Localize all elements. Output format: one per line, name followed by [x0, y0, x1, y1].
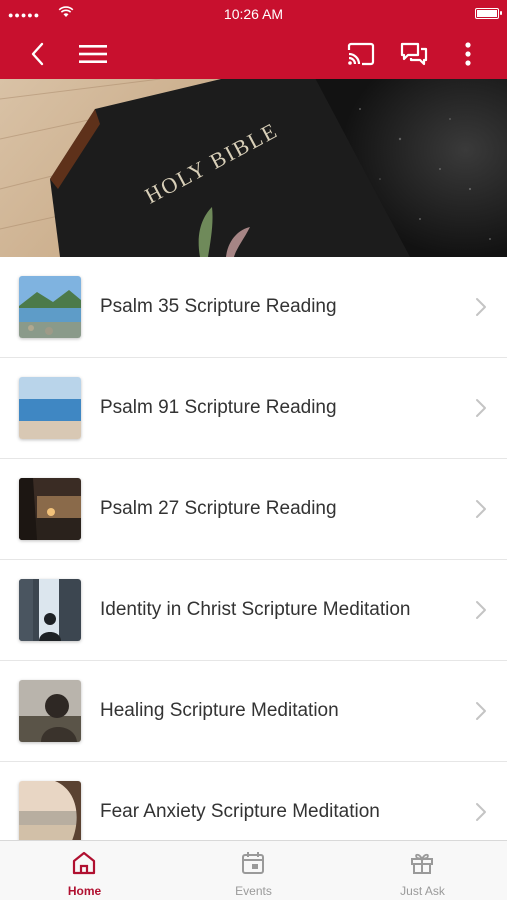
chat-button[interactable]	[396, 36, 432, 72]
hero-image: HOLY BIBLE	[0, 79, 507, 257]
thumbnail-sunset-image	[19, 478, 81, 540]
back-chevron-icon	[31, 42, 44, 66]
gift-icon	[411, 853, 433, 874]
list-item[interactable]: Healing Scripture Meditation	[0, 661, 507, 762]
thumbnail-beach-image	[19, 781, 81, 840]
list-item[interactable]: Identity in Christ Scripture Meditation	[0, 560, 507, 661]
list-item-title: Healing Scripture Meditation	[100, 700, 339, 721]
chevron-right-icon	[476, 803, 486, 821]
calendar-icon	[242, 852, 264, 874]
tab-events[interactable]: Events	[169, 841, 338, 901]
nav-bar	[0, 28, 507, 79]
list-item-title: Fear Anxiety Scripture Meditation	[100, 801, 380, 822]
list-item[interactable]: Psalm 35 Scripture Reading	[0, 257, 507, 358]
cast-icon	[347, 42, 375, 66]
thumbnail-lake-image	[19, 276, 81, 338]
more-vertical-icon	[465, 42, 471, 66]
hamburger-menu-icon	[79, 45, 107, 63]
tab-home[interactable]: Home	[0, 841, 169, 901]
chat-icon	[400, 42, 428, 66]
list-item-title: Psalm 27 Scripture Reading	[100, 498, 337, 519]
status-time: 10:26 AM	[223, 6, 284, 22]
list-item-title: Psalm 91 Scripture Reading	[100, 397, 337, 418]
cast-button[interactable]	[343, 36, 379, 72]
content-list: Psalm 35 Scripture Reading Psalm 91 Scri…	[0, 257, 507, 840]
status-bar: ●●●●● 10:26 AM	[0, 0, 507, 28]
list-item-title: Psalm 35 Scripture Reading	[100, 296, 337, 317]
thumbnail-waterfall-image	[19, 579, 81, 641]
list-item[interactable]: Psalm 91 Scripture Reading	[0, 358, 507, 459]
chevron-right-icon	[476, 601, 486, 619]
chevron-right-icon	[476, 298, 486, 316]
back-button[interactable]	[20, 36, 56, 72]
battery-icon	[475, 8, 502, 19]
tab-just-ask[interactable]: Just Ask	[338, 841, 507, 901]
more-options-button[interactable]	[450, 36, 486, 72]
chevron-right-icon	[476, 702, 486, 720]
list-item-title: Identity in Christ Scripture Meditation	[100, 599, 411, 620]
chevron-right-icon	[476, 399, 486, 417]
tab-events-label: Events	[235, 884, 272, 898]
tab-home-label: Home	[67, 884, 102, 898]
thumbnail-portrait-image	[19, 680, 81, 742]
tab-just-ask-label: Just Ask	[400, 884, 445, 898]
home-icon	[72, 851, 96, 875]
list-item[interactable]: Psalm 27 Scripture Reading	[0, 459, 507, 560]
thumbnail-ocean-image	[19, 377, 81, 439]
menu-button[interactable]	[75, 36, 111, 72]
tab-bar: Home Events Just Ask	[0, 840, 507, 900]
chevron-right-icon	[476, 500, 486, 518]
list-item[interactable]: Fear Anxiety Scripture Meditation	[0, 762, 507, 840]
